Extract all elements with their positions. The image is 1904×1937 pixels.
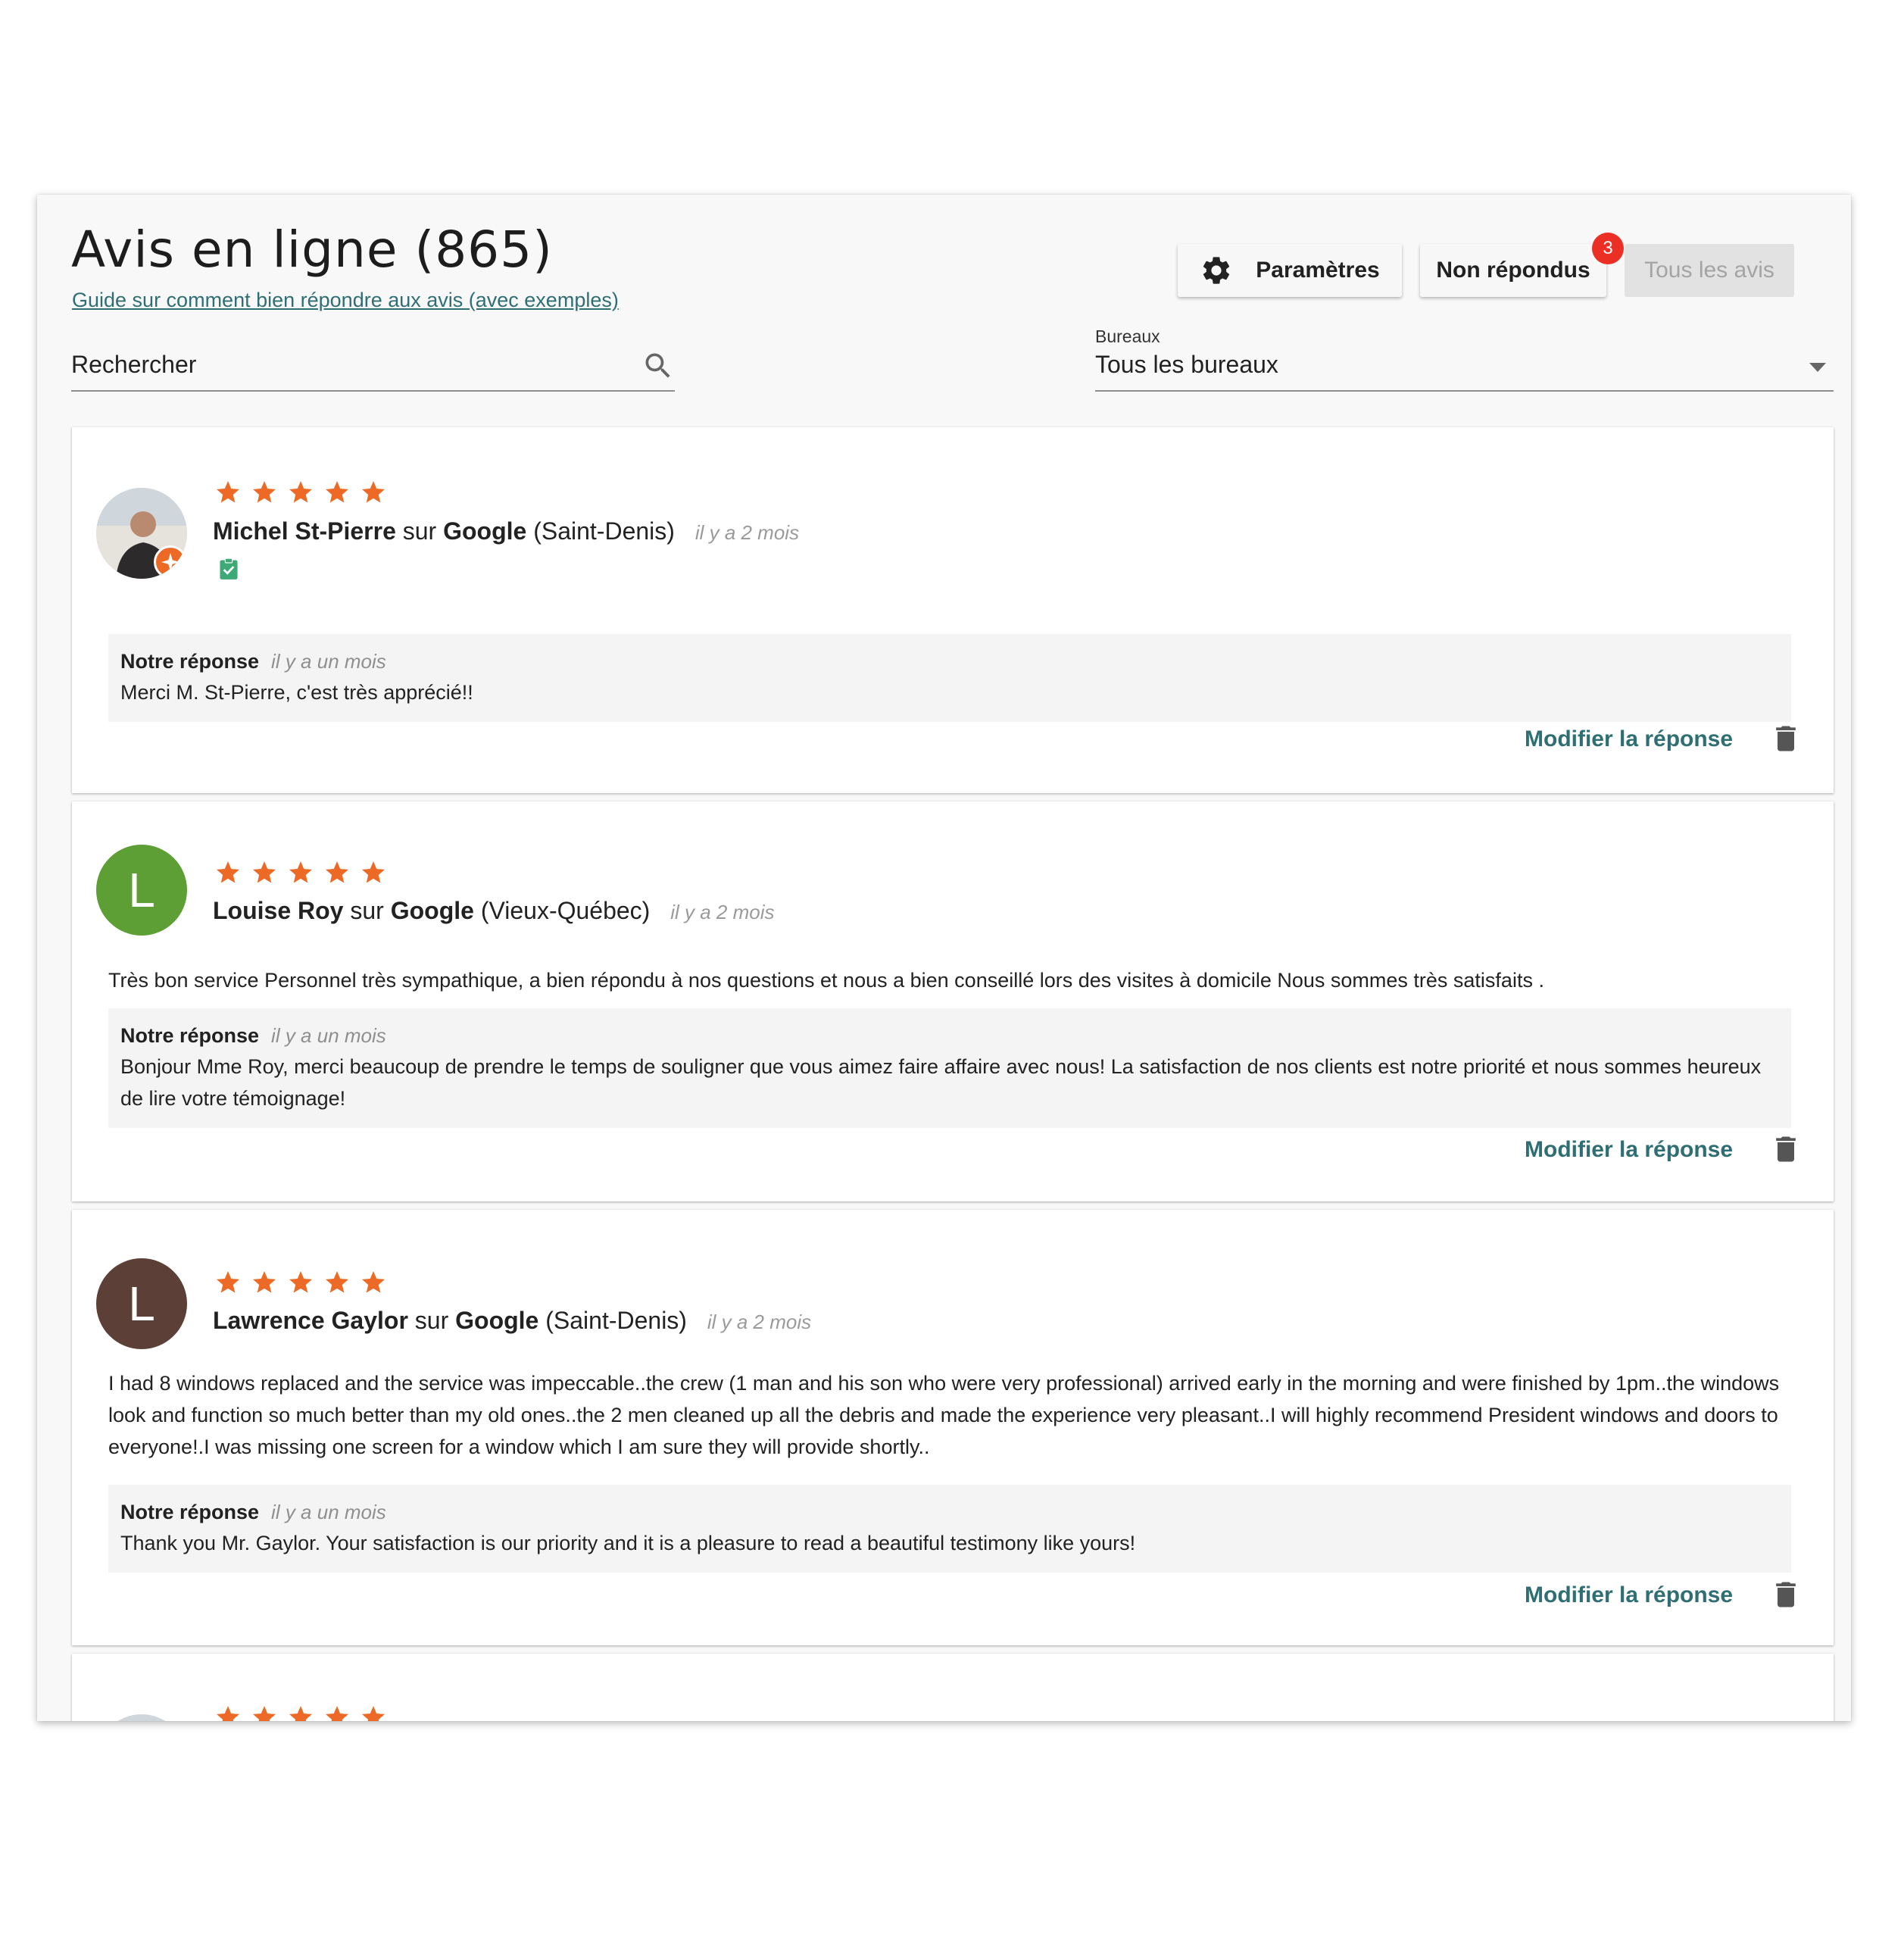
office-select[interactable]: Tous les bureaux [1095,345,1834,392]
review-card: L Louise Roy sur Google (Vieux-Québec) i… [72,801,1834,1201]
reviewer-name: Michel St-Pierre [213,517,396,545]
trash-icon[interactable] [1769,1131,1803,1167]
reply-box: Notre réponse il y a un mois Bonjour Mme … [108,1008,1791,1128]
avatar: L [96,1258,187,1349]
edit-reply-link[interactable]: Modifier la réponse [1525,1137,1733,1163]
avatar [96,488,187,579]
star-icon [362,1271,385,1293]
guide-link[interactable]: Guide sur comment bien répondre aux avis… [72,289,619,312]
google-badge-icon [154,545,187,579]
reply-text: Merci M. St-Pierre, c'est très apprécié!… [120,681,473,704]
trash-icon[interactable] [1769,720,1803,757]
trash-icon[interactable] [1769,1576,1803,1613]
review-card [72,1654,1834,1721]
star-icon [217,1706,239,1721]
reply-text: Bonjour Mme Roy, merci beaucoup de prend… [120,1055,1762,1110]
review-location: (Vieux-Québec) [480,897,651,924]
review-card: L Lawrence Gaylor sur Google (Saint-Deni… [72,1210,1834,1645]
review-text: Très bon service Personnel très sympathi… [108,969,1544,992]
star-icon [217,1271,239,1293]
star-icon [326,481,348,503]
reviewer-name: Louise Roy [213,897,344,924]
star-icon [289,1271,312,1293]
review-date: il y a 2 mois [670,901,775,923]
reply-label: Notre réponse [120,1024,260,1047]
edit-reply-link[interactable]: Modifier la réponse [1525,1582,1733,1608]
reviewer-line: Lawrence Gaylor sur Google (Saint-Denis)… [213,1307,812,1334]
review-date: il y a 2 mois [694,521,800,544]
star-icon [217,861,239,883]
avatar-letter: L [128,1276,155,1331]
star-icon [362,1706,385,1721]
office-filter-label: Bureaux [1095,326,1160,346]
star-icon [253,481,276,503]
star-icon [362,481,385,503]
reply-date: il y a un mois [271,1501,386,1523]
caret-down-icon [1809,363,1826,372]
star-rating [214,1704,387,1721]
reviewer-line: Michel St-Pierre sur Google (Saint-Denis… [213,517,800,545]
search-field [71,345,675,392]
gear-icon [1203,257,1230,284]
review-card: Michel St-Pierre sur Google (Saint-Denis… [72,427,1834,793]
search-input[interactable] [71,345,616,384]
review-platform: Google [455,1307,539,1334]
star-icon [253,1271,276,1293]
unanswered-count-badge: 3 [1592,233,1624,264]
search-icon[interactable] [641,349,675,383]
office-select-value: Tous les bureaux [1095,351,1278,378]
star-icon [253,861,276,883]
unanswered-button[interactable]: Non répondus [1420,244,1606,297]
review-location: (Saint-Denis) [533,517,675,545]
reply-label: Notre réponse [120,1501,260,1523]
page-title: Avis en ligne (865) [71,220,553,279]
review-date: il y a 2 mois [707,1311,812,1333]
reviewer-name: Lawrence Gaylor [213,1307,408,1334]
reply-text: Thank you Mr. Gaylor. Your satisfaction … [120,1532,1136,1554]
star-icon [362,861,385,883]
review-platform: Google [390,897,474,924]
settings-label: Paramètres [1256,258,1380,283]
star-icon [326,861,348,883]
reply-date: il y a un mois [271,650,386,673]
reviewer-line: Louise Roy sur Google (Vieux-Québec) il … [213,897,775,924]
reply-label: Notre réponse [120,650,260,673]
avatar [96,1714,187,1721]
avatar: L [96,845,187,936]
all-reviews-label: Tous les avis [1644,258,1774,283]
edit-reply-link[interactable]: Modifier la réponse [1525,726,1733,752]
review-text: I had 8 windows replaced and the service… [108,1372,1780,1458]
star-rating [214,1269,387,1296]
star-icon [326,1271,348,1293]
star-rating [214,479,387,506]
star-icon [289,481,312,503]
verified-clipboard-icon [220,558,238,580]
reply-date: il y a un mois [271,1024,386,1047]
all-reviews-button[interactable]: Tous les avis [1625,244,1794,297]
unanswered-label: Non répondus [1436,258,1590,283]
reviews-panel: Avis en ligne (865) Guide sur comment bi… [37,195,1851,1721]
review-platform: Google [443,517,527,545]
star-icon [253,1706,276,1721]
settings-button[interactable]: Paramètres [1178,244,1402,297]
star-icon [289,861,312,883]
star-icon [217,481,239,503]
reply-box: Notre réponse il y a un mois Merci M. St-… [108,634,1791,722]
reply-box: Notre réponse il y a un mois Thank you Mr… [108,1485,1791,1573]
star-rating [214,859,387,886]
star-icon [326,1706,348,1721]
avatar-letter: L [128,863,155,917]
review-location: (Saint-Denis) [545,1307,687,1334]
star-icon [289,1706,312,1721]
